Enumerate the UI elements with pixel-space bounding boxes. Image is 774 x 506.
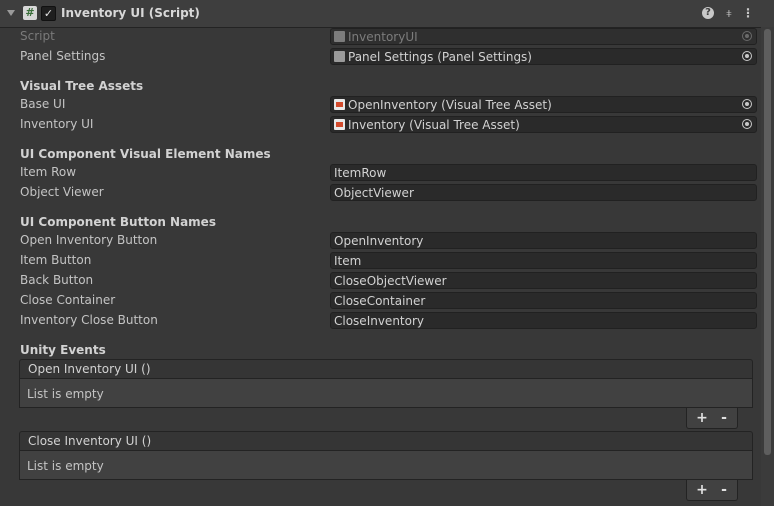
script-label: Script — [20, 29, 55, 43]
help-icon[interactable]: ? — [702, 7, 714, 19]
object-picker-icon[interactable] — [742, 99, 752, 109]
add-listener-button[interactable]: + — [692, 409, 712, 427]
event-header: Open Inventory UI () — [19, 359, 753, 379]
event-empty-text: List is empty — [27, 459, 104, 473]
item-button-input[interactable]: Item — [330, 252, 757, 269]
close-container-value: CloseContainer — [334, 294, 426, 308]
object-viewer-input[interactable]: ObjectViewer — [330, 184, 757, 201]
uxml-asset-icon — [334, 119, 345, 130]
item-row-input[interactable]: ItemRow — [330, 164, 757, 181]
inventory-close-button-input[interactable]: CloseInventory — [330, 312, 757, 329]
close-container-label: Close Container — [20, 293, 116, 307]
foldout-arrow-icon[interactable] — [7, 10, 15, 16]
event-list-controls: + - — [686, 480, 738, 501]
component-enabled-checkbox[interactable]: ✓ — [41, 6, 56, 21]
scrollbar-thumb[interactable] — [764, 29, 771, 455]
section-button-names: UI Component Button Names — [20, 215, 216, 229]
script-value: InventoryUI — [348, 30, 418, 44]
context-menu-icon[interactable]: ⋮ — [741, 6, 755, 20]
back-button-value: CloseObjectViewer — [334, 274, 447, 288]
close-inventory-event: Close Inventory UI () List is empty — [19, 431, 753, 480]
open-inventory-button-value: OpenInventory — [334, 234, 424, 248]
inventory-ui-label: Inventory UI — [20, 117, 94, 131]
component-title: Inventory UI (Script) — [61, 6, 200, 20]
panel-settings-value: Panel Settings (Panel Settings) — [348, 50, 532, 64]
open-inventory-button-label: Open Inventory Button — [20, 233, 158, 247]
script-field: InventoryUI — [330, 28, 757, 45]
object-picker-icon[interactable] — [742, 119, 752, 129]
uxml-asset-icon — [334, 99, 345, 110]
section-visual-tree-assets: Visual Tree Assets — [20, 79, 144, 93]
item-button-value: Item — [334, 254, 362, 268]
event-list-controls: + - — [686, 408, 738, 429]
event-title: Open Inventory UI () — [28, 362, 151, 376]
presets-icon[interactable]: ⧧ — [722, 6, 736, 20]
item-row-value: ItemRow — [334, 166, 387, 180]
object-viewer-value: ObjectViewer — [334, 186, 414, 200]
base-ui-value: OpenInventory (Visual Tree Asset) — [348, 98, 552, 112]
object-picker-icon[interactable] — [742, 51, 752, 61]
back-button-input[interactable]: CloseObjectViewer — [330, 272, 757, 289]
inventory-ui-value: Inventory (Visual Tree Asset) — [348, 118, 520, 132]
event-empty-text: List is empty — [27, 387, 104, 401]
event-list-body: List is empty — [19, 379, 753, 408]
csharp-script-icon: # — [23, 6, 37, 20]
object-picker-icon — [742, 31, 752, 41]
base-ui-label: Base UI — [20, 97, 66, 111]
add-listener-button[interactable]: + — [692, 481, 712, 499]
event-title: Close Inventory UI () — [28, 434, 152, 448]
event-list-body: List is empty — [19, 451, 753, 480]
object-viewer-label: Object Viewer — [20, 185, 104, 199]
section-unity-events: Unity Events — [20, 343, 106, 357]
component-header[interactable]: # ✓ Inventory UI (Script) ? ⧧ ⋮ — [0, 0, 774, 28]
event-header: Close Inventory UI () — [19, 431, 753, 451]
panel-settings-label: Panel Settings — [20, 49, 106, 63]
item-button-label: Item Button — [20, 253, 92, 267]
close-container-input[interactable]: CloseContainer — [330, 292, 757, 309]
section-visual-element-names: UI Component Visual Element Names — [20, 147, 271, 161]
back-button-label: Back Button — [20, 273, 94, 287]
remove-listener-button[interactable]: - — [714, 481, 734, 499]
panel-settings-asset-icon — [334, 51, 345, 62]
open-inventory-event: Open Inventory UI () List is empty — [19, 359, 753, 408]
remove-listener-button[interactable]: - — [714, 409, 734, 427]
base-ui-field[interactable]: OpenInventory (Visual Tree Asset) — [330, 96, 757, 113]
panel-settings-field[interactable]: Panel Settings (Panel Settings) — [330, 48, 757, 65]
script-asset-icon — [334, 31, 345, 42]
inventory-ui-field[interactable]: Inventory (Visual Tree Asset) — [330, 116, 757, 133]
vertical-scrollbar[interactable] — [761, 27, 774, 506]
inventory-close-button-value: CloseInventory — [334, 314, 425, 328]
item-row-label: Item Row — [20, 165, 77, 179]
inventory-close-button-label: Inventory Close Button — [20, 313, 158, 327]
open-inventory-button-input[interactable]: OpenInventory — [330, 232, 757, 249]
